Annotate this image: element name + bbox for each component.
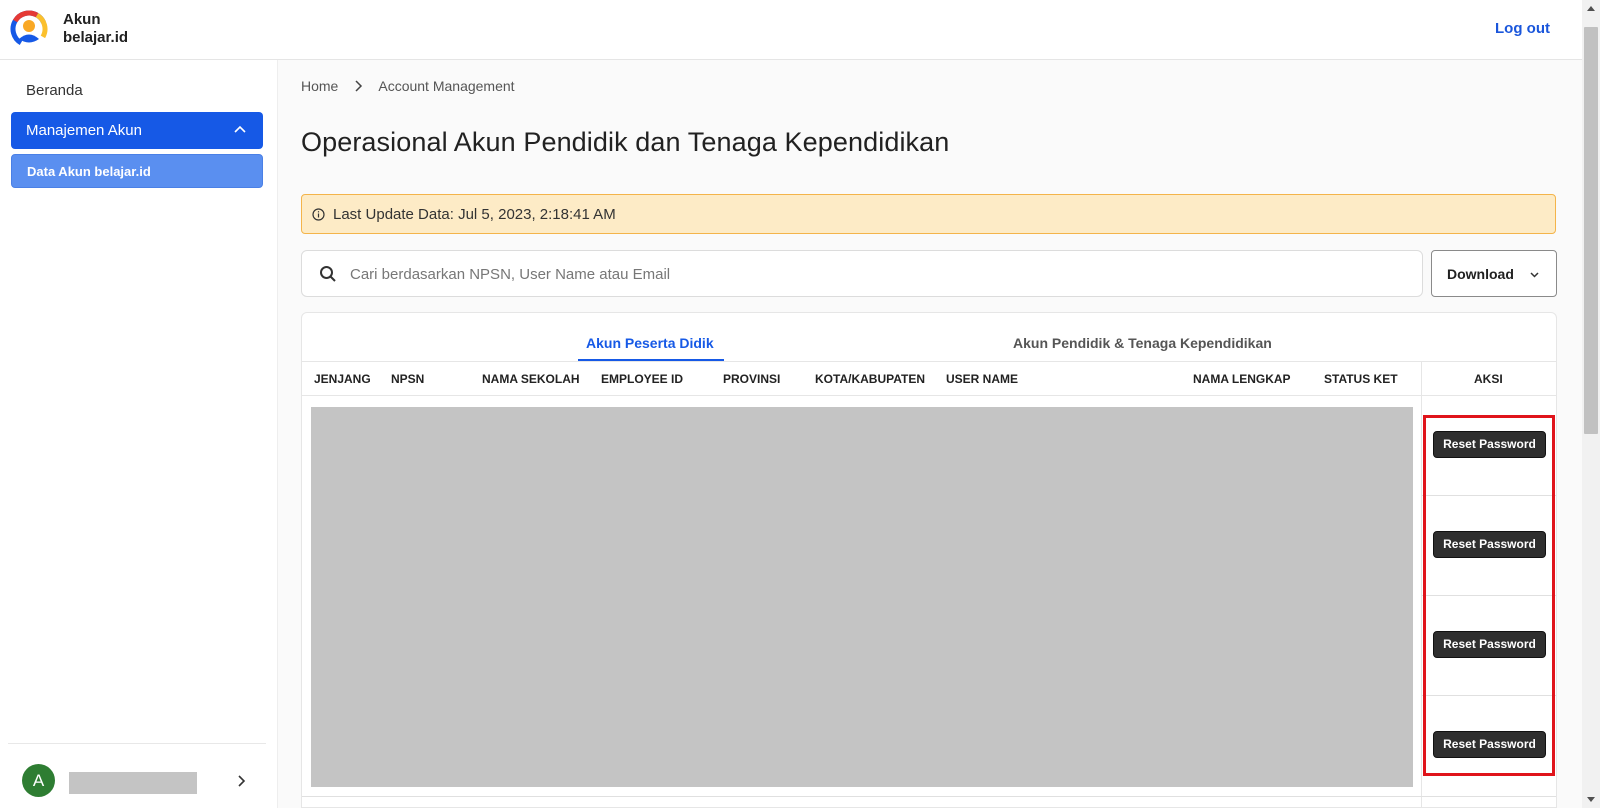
user-name-redacted	[69, 772, 197, 794]
download-label: Download	[1447, 266, 1514, 282]
column-header-npsn[interactable]: NPSN	[391, 372, 424, 386]
chevron-up-icon	[234, 125, 246, 133]
chevron-right-icon	[238, 775, 246, 787]
breadcrumb: Home Account Management	[301, 78, 515, 94]
search-box	[301, 250, 1423, 297]
column-header-nama-lengkap[interactable]: NAMA LENGKAP	[1193, 372, 1291, 386]
scroll-thumb[interactable]	[1584, 27, 1598, 434]
column-header-status[interactable]: STATUS KET	[1324, 372, 1421, 386]
highlight-box	[1423, 415, 1555, 776]
table-bottom-divider	[302, 796, 1556, 797]
sidebar-item-beranda[interactable]: Beranda	[26, 82, 83, 99]
accounts-table-card: Akun Peserta Didik Akun Pendidik & Tenag…	[301, 312, 1557, 808]
column-header-nama-sekolah[interactable]: NAMA SEKOLAH	[482, 372, 580, 386]
sidebar-item-label: Manajemen Akun	[26, 122, 142, 139]
download-button[interactable]: Download	[1431, 250, 1557, 297]
search-input[interactable]	[350, 263, 1400, 285]
tab-akun-peserta-didik[interactable]: Akun Peserta Didik	[586, 335, 714, 351]
tab-akun-pendidik[interactable]: Akun Pendidik & Tenaga Kependidikan	[1013, 335, 1272, 351]
sidebar-item-data-akun[interactable]: Data Akun belajar.id	[11, 154, 263, 188]
column-header-jenjang[interactable]: JENJANG	[314, 372, 371, 386]
last-update-text: Last Update Data: Jul 5, 2023, 2:18:41 A…	[333, 206, 616, 223]
table-header: JENJANG NPSN NAMA SEKOLAH EMPLOYEE ID PR…	[302, 361, 1556, 397]
sidebar-divider	[8, 743, 266, 744]
column-header-provinsi[interactable]: PROVINSI	[723, 372, 780, 386]
scroll-up-arrow[interactable]	[1587, 6, 1595, 11]
user-profile-row[interactable]: A	[22, 764, 262, 798]
top-header: Akun belajar.id Log out	[0, 0, 1582, 60]
info-icon	[312, 208, 325, 221]
brand-line-2: belajar.id	[63, 29, 129, 46]
sidebar-item-manajemen-akun[interactable]: Manajemen Akun	[11, 112, 263, 149]
redacted-table-rows	[311, 407, 1413, 787]
avatar: A	[22, 764, 55, 797]
column-header-kota-kabupaten[interactable]: KOTA/KABUPATEN	[815, 372, 925, 386]
brand-name: Akun belajar.id	[63, 11, 128, 47]
aksi-header-cell: AKSI	[1421, 362, 1556, 397]
belajar-logo-icon	[10, 10, 48, 48]
page-title: Operasional Akun Pendidik dan Tenaga Kep…	[301, 127, 950, 157]
column-header-aksi: AKSI	[1474, 372, 1503, 386]
brand-line-1: Akun	[63, 11, 101, 28]
column-header-user-name[interactable]: USER NAME	[946, 372, 1018, 386]
breadcrumb-account-management: Account Management	[378, 78, 515, 94]
logout-link[interactable]: Log out	[1495, 20, 1550, 37]
chevron-down-icon	[1530, 272, 1539, 278]
search-icon	[320, 266, 336, 282]
scroll-down-arrow[interactable]	[1587, 797, 1595, 802]
page-scrollbar[interactable]	[1582, 0, 1600, 808]
breadcrumb-home[interactable]: Home	[301, 78, 338, 94]
sidebar: Beranda Manajemen Akun Data Akun belajar…	[0, 60, 278, 808]
chevron-right-icon	[355, 80, 363, 92]
column-header-employee-id[interactable]: EMPLOYEE ID	[601, 372, 683, 386]
last-update-banner: Last Update Data: Jul 5, 2023, 2:18:41 A…	[301, 194, 1556, 234]
